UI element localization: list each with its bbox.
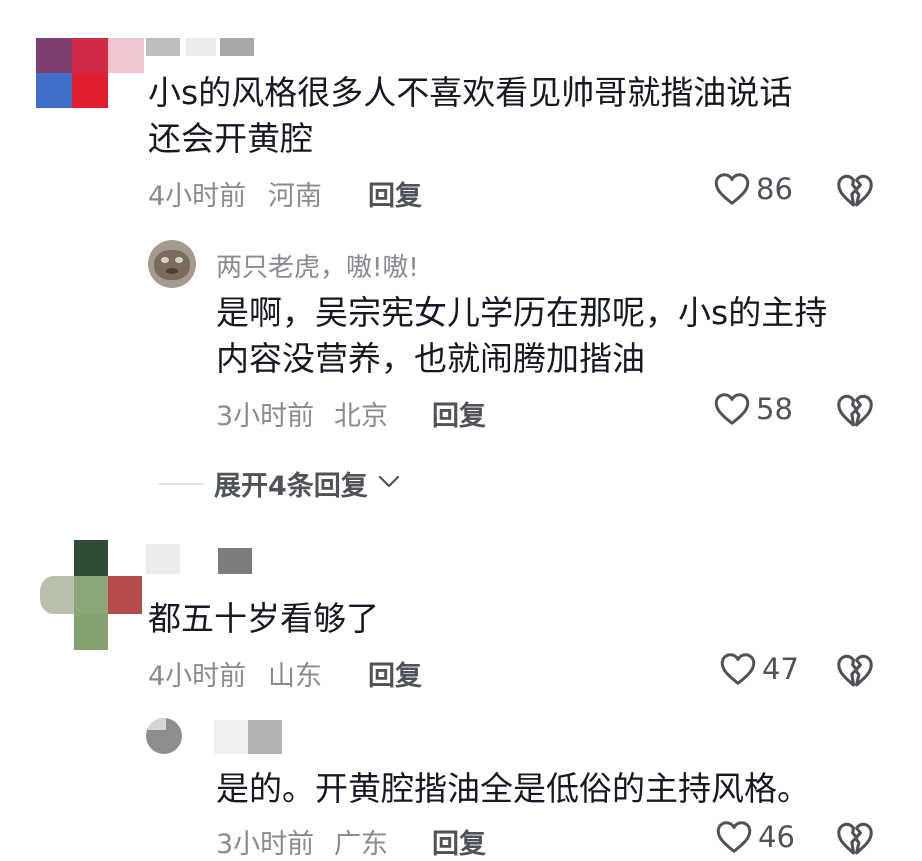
like-button[interactable]: 46: [716, 820, 795, 854]
reply-time: 3小时前: [216, 829, 315, 860]
username-censored[interactable]: [214, 720, 284, 754]
reply-time: 3小时前: [216, 401, 315, 432]
comment-text-line: 还会开黄腔: [148, 119, 313, 158]
like-button[interactable]: 47: [720, 652, 799, 686]
username-censored[interactable]: [146, 544, 256, 574]
reply-text-line: 是啊，吴宗宪女儿学历在那呢，小s的主持: [216, 293, 828, 332]
like-button[interactable]: 86: [714, 172, 793, 206]
reply-username[interactable]: 两只老虎，嗷!嗷!: [216, 247, 419, 284]
dislike-button[interactable]: [836, 174, 874, 212]
reply-location: 北京: [334, 401, 388, 432]
like-count: 46: [758, 820, 795, 854]
comment-text-line: 小s的风格很多人不喜欢看见帅哥就揩油说话: [148, 73, 793, 112]
broken-heart-icon: [836, 394, 874, 432]
comment-text-line: 都五十岁看够了: [148, 599, 379, 638]
reply-button[interactable]: 回复: [368, 174, 422, 213]
comment-location: 山东: [268, 661, 322, 692]
comment-time: 4小时前: [148, 181, 247, 212]
dislike-button[interactable]: [836, 394, 874, 432]
heart-outline-icon: [720, 652, 756, 686]
dislike-button[interactable]: [836, 822, 874, 860]
heart-outline-icon: [714, 392, 750, 426]
broken-heart-icon: [836, 654, 874, 692]
like-button[interactable]: 58: [714, 392, 793, 426]
reply-button[interactable]: 回复: [368, 654, 422, 693]
comment-location: 河南: [268, 181, 322, 212]
comment-time: 4小时前: [148, 661, 247, 692]
heart-outline-icon: [716, 820, 752, 854]
like-count: 47: [762, 652, 799, 686]
reply-location: 广东: [334, 829, 388, 860]
avatar[interactable]: [36, 38, 144, 108]
avatar[interactable]: [148, 240, 196, 288]
dislike-button[interactable]: [836, 654, 874, 692]
like-count: 86: [756, 172, 793, 206]
like-count: 58: [756, 392, 793, 426]
reply-text-line: 内容没营养，也就闹腾加揩油: [216, 339, 645, 378]
heart-outline-icon: [714, 172, 750, 206]
avatar[interactable]: [40, 540, 144, 650]
username-censored[interactable]: [146, 38, 256, 56]
reply-text-line: 是的。开黄腔揩油全是低俗的主持风格。: [216, 769, 810, 808]
expand-replies-button[interactable]: 展开4条回复: [158, 464, 400, 503]
expand-replies-label: 展开4条回复: [214, 471, 368, 502]
reply-button[interactable]: 回复: [432, 822, 486, 861]
avatar[interactable]: [146, 718, 182, 754]
chevron-down-icon: [378, 474, 400, 493]
broken-heart-icon: [836, 822, 874, 860]
reply-button[interactable]: 回复: [432, 394, 486, 433]
broken-heart-icon: [836, 174, 874, 212]
divider: [158, 482, 204, 485]
